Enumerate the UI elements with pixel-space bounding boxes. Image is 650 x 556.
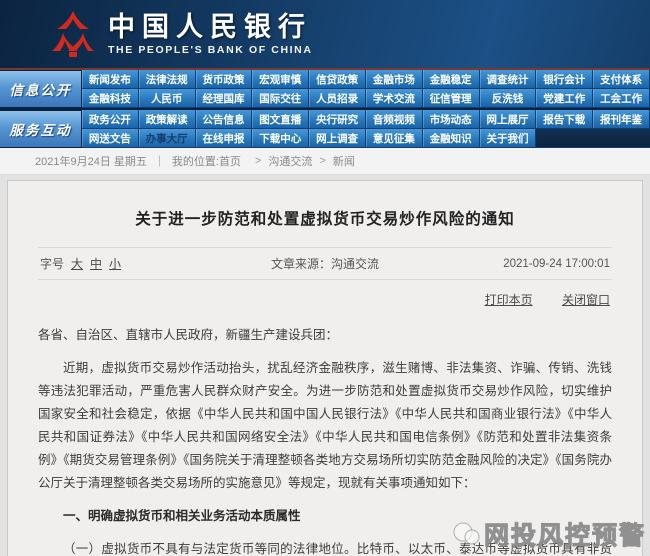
- nav-item[interactable]: 网上调查: [309, 129, 366, 148]
- nav-grid-info: 新闻发布 法律法规 货币政策 宏观审慎 信贷政策 金融市场 金融稳定 调查统计 …: [82, 70, 650, 108]
- nav-item[interactable]: 办事大厅: [139, 129, 196, 148]
- nav-item[interactable]: 下载中心: [252, 129, 309, 148]
- nav-item[interactable]: 宏观审慎: [252, 70, 309, 89]
- nav-item[interactable]: 市场动态: [423, 110, 480, 129]
- nav-item[interactable]: 征信管理: [423, 89, 480, 108]
- nav-item[interactable]: 网上展厅: [480, 110, 537, 129]
- nav-item[interactable]: 公告信息: [196, 110, 253, 129]
- nav-section-information-disclosure: 信息公开 新闻发布 法律法规 货币政策 宏观审慎 信贷政策 金融市场 金融稳定 …: [0, 70, 650, 108]
- nav-item[interactable]: 图文直播: [252, 110, 309, 129]
- pboc-emblem-icon: [52, 10, 94, 58]
- font-size-label: 字号: [40, 255, 64, 272]
- nav-section-service-interaction: 服务互动 政务公开 政策解读 公告信息 图文直播 央行研究 音频视频 市场动态 …: [0, 108, 650, 148]
- print-page-button[interactable]: 打印本页: [485, 293, 533, 307]
- nav-item[interactable]: 学术交流: [366, 89, 423, 108]
- article-body: 各省、自治区、直辖市人民政府，新疆生产建设兵团： 近期，虚拟货币交易炒作活动抬头…: [38, 324, 612, 556]
- font-size-medium-button[interactable]: 中: [90, 255, 102, 272]
- article-tools: 打印本页 关闭窗口: [38, 280, 612, 314]
- nav-item[interactable]: 在线申报: [196, 129, 253, 148]
- nav-item[interactable]: 关于我们: [480, 129, 537, 148]
- nav-item[interactable]: 信贷政策: [309, 70, 366, 89]
- nav-item[interactable]: 网送文告: [82, 129, 139, 148]
- nav-item[interactable]: 工会工作: [593, 89, 650, 108]
- nav-item[interactable]: 货币政策: [196, 70, 253, 89]
- nav-item[interactable]: 报告下载: [536, 110, 593, 129]
- nav-item[interactable]: 音频视频: [366, 110, 423, 129]
- font-size-controls: 字号 大 中 小: [40, 255, 208, 272]
- nav-item[interactable]: 央行研究: [309, 110, 366, 129]
- nav-item[interactable]: 党建工作: [536, 89, 593, 108]
- nav-item[interactable]: 经理国库: [196, 89, 253, 108]
- nav-item[interactable]: 金融知识: [423, 129, 480, 148]
- nav-item[interactable]: 银行会计: [536, 70, 593, 89]
- close-window-button[interactable]: 关闭窗口: [562, 293, 610, 307]
- nav-item[interactable]: 反洗钱: [480, 89, 537, 108]
- nav-item[interactable]: 政策解读: [139, 110, 196, 129]
- breadcrumb-divider: ｜: [154, 153, 165, 169]
- nav-section-label-service[interactable]: 服务互动: [0, 110, 82, 148]
- nav-grid-service: 政务公开 政策解读 公告信息 图文直播 央行研究 音频视频 市场动态 网上展厅 …: [82, 110, 650, 148]
- article-paragraph: （一）虚拟货币不具有与法定货币等同的法律地位。比特币、以太币、泰达币等虚拟货币具…: [38, 538, 612, 556]
- breadcrumb-date: 2021年9月24日 星期五: [35, 153, 147, 169]
- breadcrumb-link-news[interactable]: 新闻: [333, 153, 355, 169]
- main-navigation: 信息公开 新闻发布 法律法规 货币政策 宏观审慎 信贷政策 金融市场 金融稳定 …: [0, 70, 650, 148]
- breadcrumb-separator: >: [319, 155, 325, 167]
- nav-item[interactable]: 报刊年鉴: [593, 110, 650, 129]
- nav-item[interactable]: 人民币: [139, 89, 196, 108]
- font-size-small-button[interactable]: 小: [109, 255, 121, 272]
- bank-name-english: THE PEOPLE'S BANK OF CHINA: [108, 44, 313, 56]
- bank-name-block: 中国人民银行 THE PEOPLE'S BANK OF CHINA: [108, 12, 313, 56]
- breadcrumb-home-link[interactable]: 我的位置:首页: [172, 153, 241, 169]
- nav-item[interactable]: 支付体系: [593, 70, 650, 89]
- article-panel: 关于进一步防范和处置虚拟货币交易炒作风险的通知 字号 大 中 小 文章来源：沟通…: [7, 180, 643, 556]
- nav-section-label-info[interactable]: 信息公开: [0, 70, 82, 108]
- bank-name-chinese: 中国人民银行: [108, 12, 313, 42]
- article-paragraph: 各省、自治区、直辖市人民政府，新疆生产建设兵团：: [38, 324, 612, 347]
- nav-item[interactable]: 新闻发布: [82, 70, 139, 89]
- nav-item[interactable]: 国际交往: [252, 89, 309, 108]
- nav-item[interactable]: 调查统计: [480, 70, 537, 89]
- nav-empty-filler: [536, 129, 650, 148]
- nav-item[interactable]: 人员招录: [309, 89, 366, 108]
- nav-item[interactable]: 金融科技: [82, 89, 139, 108]
- breadcrumb-separator: >: [255, 155, 261, 167]
- nav-item[interactable]: 政务公开: [82, 110, 139, 129]
- article-paragraph: 近期，虚拟货币交易炒作活动抬头，扰乱经济金融秩序，滋生赌博、非法集资、诈骗、传销…: [38, 357, 612, 495]
- breadcrumb-link-communication[interactable]: 沟通交流: [268, 153, 312, 169]
- page-title: 关于进一步防范和处置虚拟货币交易炒作风险的通知: [38, 197, 612, 247]
- site-header: 中国人民银行 THE PEOPLE'S BANK OF CHINA: [0, 0, 650, 70]
- breadcrumb: 2021年9月24日 星期五 ｜ 我的位置:首页 > 沟通交流 > 新闻: [0, 148, 650, 175]
- nav-item[interactable]: 法律法规: [139, 70, 196, 89]
- nav-item[interactable]: 金融市场: [366, 70, 423, 89]
- article-datetime: 2021-09-24 17:00:01: [442, 258, 610, 270]
- nav-item[interactable]: 意见征集: [366, 129, 423, 148]
- article-meta-row: 字号 大 中 小 文章来源：沟通交流 2021-09-24 17:00:01: [38, 247, 612, 280]
- article-source: 文章来源：沟通交流: [208, 255, 443, 272]
- article-section-heading: 一、明确虚拟货币和相关业务活动本质属性: [38, 505, 612, 528]
- font-size-large-button[interactable]: 大: [71, 255, 83, 272]
- nav-item[interactable]: 金融稳定: [423, 70, 480, 89]
